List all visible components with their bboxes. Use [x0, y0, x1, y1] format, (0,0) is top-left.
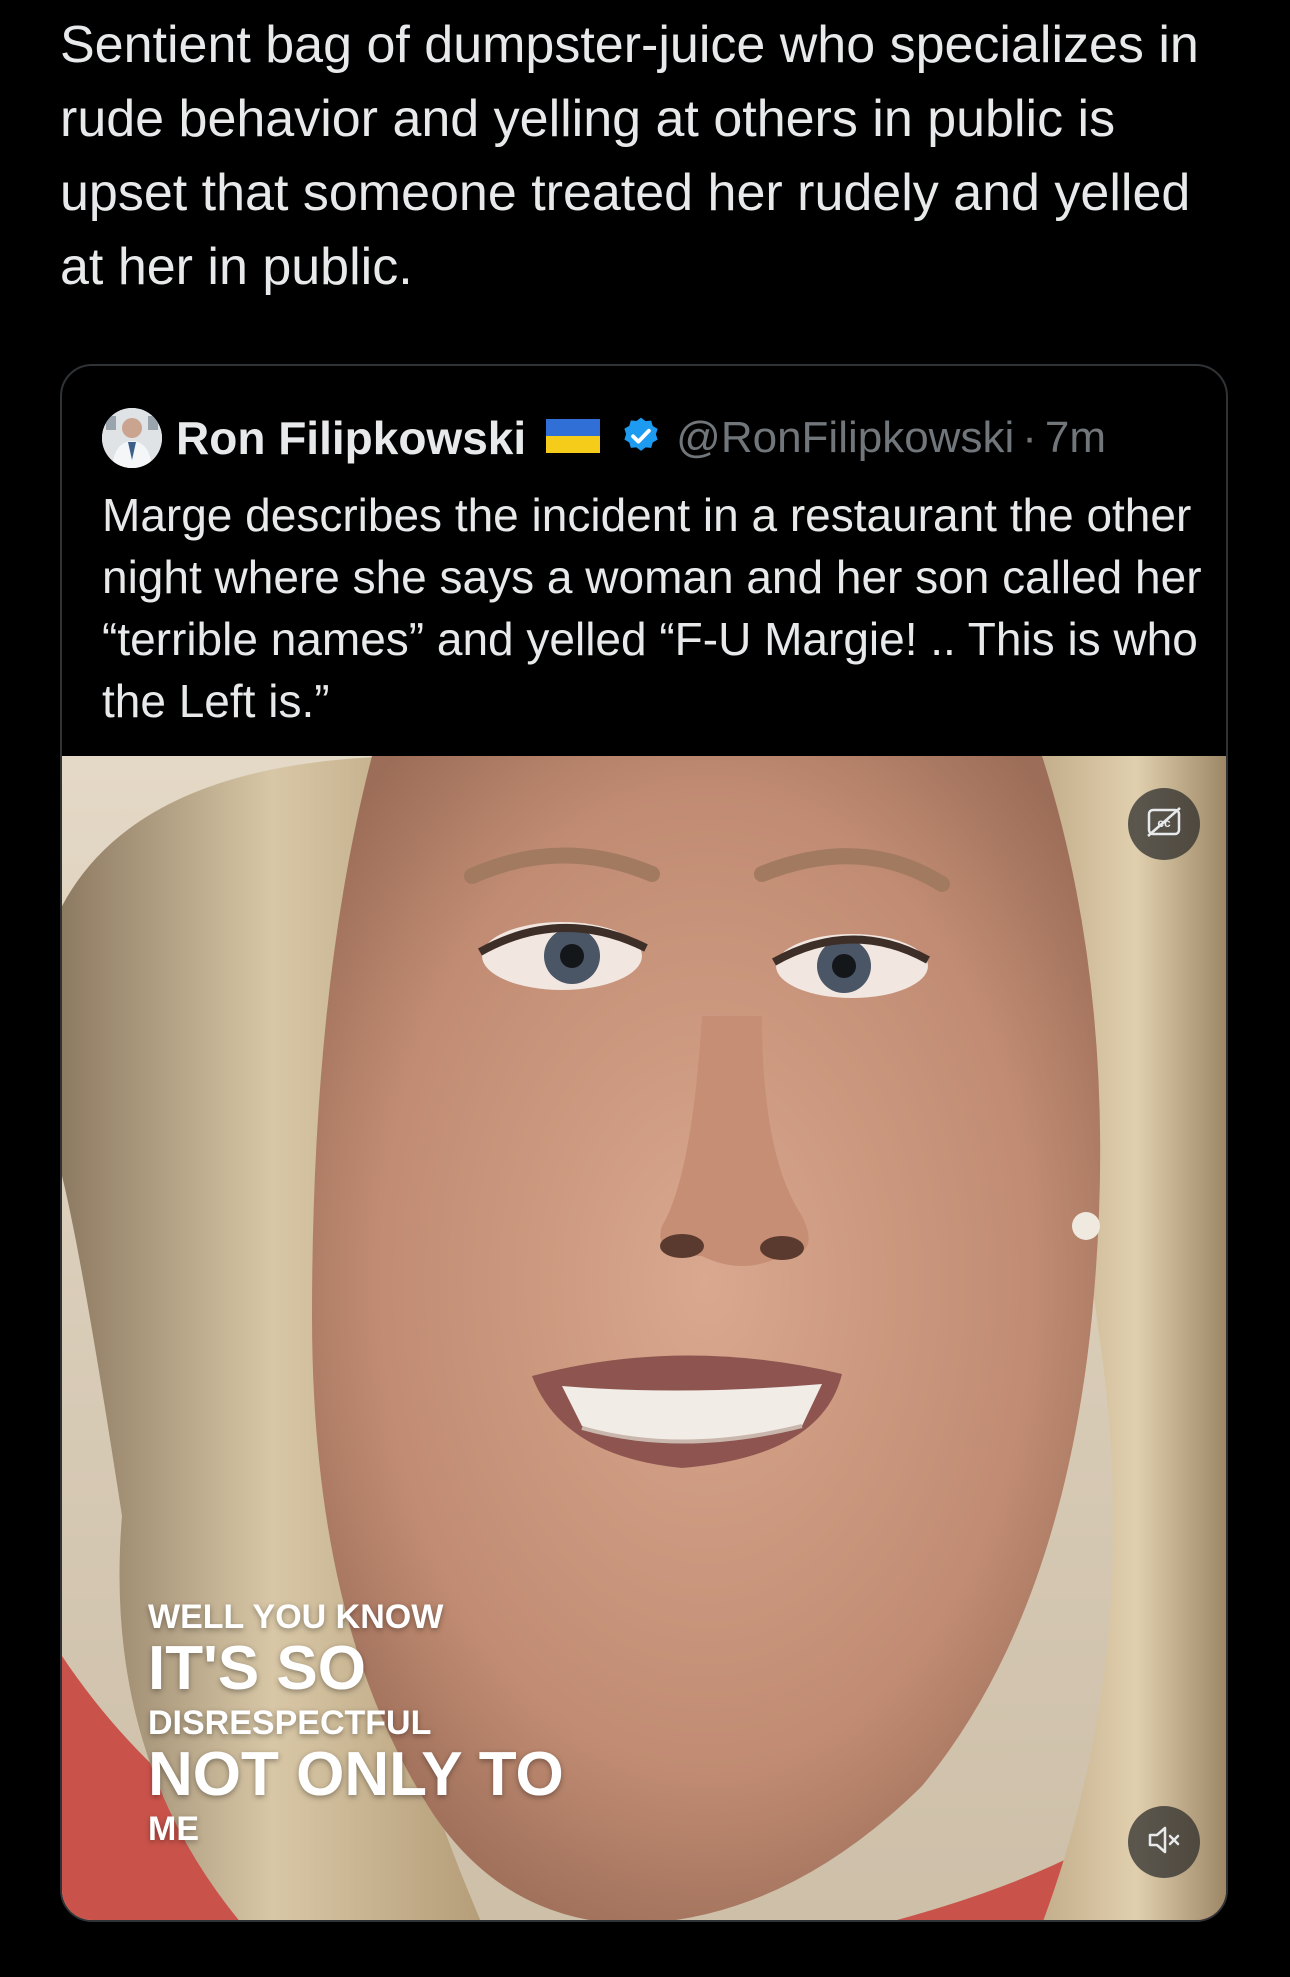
video-captions: WELL YOU KNOW IT'S SO DISRESPECTFUL NOT …: [148, 1594, 564, 1846]
caption-line: NOT ONLY TO: [148, 1740, 564, 1809]
author-avatar[interactable]: [102, 408, 162, 468]
video-player[interactable]: cc WELL YOU KNOW IT'S SO DISRESPECTFUL N…: [62, 756, 1226, 1920]
ukraine-flag-icon: [546, 418, 601, 458]
muted-speaker-icon: [1144, 1820, 1184, 1865]
captions-icon: cc: [1144, 802, 1184, 847]
separator-dot: ·: [1022, 413, 1037, 462]
caption-line: IT'S SO: [148, 1634, 366, 1703]
quoted-tweet-card[interactable]: Ron Filipkowski @RonFilipkowski · 7m Mar…: [60, 364, 1228, 1922]
caption-line: ME: [148, 1810, 199, 1848]
verified-badge-icon: [620, 415, 662, 462]
quoted-tweet-text: Marge describes the incident in a restau…: [102, 489, 1202, 727]
mute-button[interactable]: [1128, 1806, 1200, 1878]
post-time[interactable]: 7m: [1045, 413, 1106, 463]
author-handle[interactable]: @RonFilipkowski: [676, 413, 1014, 463]
tweet-text: Sentient bag of dumpster-juice who speci…: [60, 16, 1199, 296]
caption-line: WELL YOU KNOW: [148, 1598, 444, 1636]
quoted-tweet-header: Ron Filipkowski @RonFilipkowski · 7m: [102, 406, 1196, 470]
captions-button[interactable]: cc: [1128, 788, 1200, 860]
author-name[interactable]: Ron Filipkowski: [176, 411, 526, 465]
caption-line: DISRESPECTFUL: [148, 1704, 432, 1742]
